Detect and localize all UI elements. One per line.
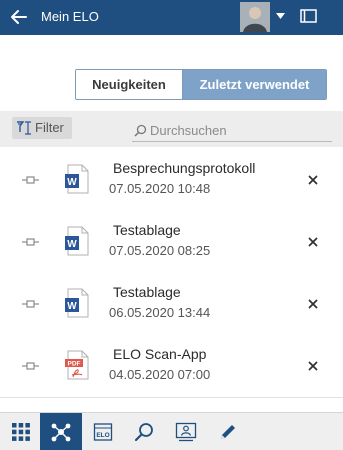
filter-button[interactable]: Filter <box>12 117 72 139</box>
grid-icon <box>12 422 30 441</box>
search-input[interactable] <box>150 121 325 139</box>
search-icon <box>134 422 153 441</box>
word-document-icon: W <box>65 226 89 256</box>
svg-text:PDF: PDF <box>68 361 81 368</box>
network-icon <box>51 423 71 441</box>
close-icon[interactable] <box>306 173 320 187</box>
svg-text:W: W <box>67 239 77 250</box>
tab-news[interactable]: Neuigkeiten <box>76 70 183 99</box>
bottom-nav: ELO <box>0 412 343 450</box>
item-name: Testablage <box>113 284 181 300</box>
pen-icon <box>221 424 235 439</box>
drag-handle-icon[interactable] <box>22 300 39 308</box>
filter-icon <box>17 121 31 135</box>
close-icon[interactable] <box>306 359 320 373</box>
arrow-left-icon[interactable] <box>8 6 30 28</box>
drag-handle-icon[interactable] <box>22 238 39 246</box>
item-date: 04.05.2020 07:00 <box>109 367 211 382</box>
nav-network[interactable] <box>40 413 82 450</box>
nav-archive[interactable]: ELO <box>82 413 124 450</box>
chevron-down-icon[interactable] <box>276 13 285 20</box>
list-item[interactable]: PDF ELO Scan-App 04.05.2020 07:00 <box>0 335 343 398</box>
elo-archive-icon: ELO <box>93 422 113 441</box>
panel-icon[interactable] <box>300 9 317 23</box>
item-name: ELO Scan-App <box>113 346 207 362</box>
view-toggle: Neuigkeiten Zuletzt verwendet <box>75 69 327 100</box>
nav-edit[interactable] <box>207 413 249 450</box>
svg-text:ELO: ELO <box>96 432 109 439</box>
filter-label: Filter <box>35 120 64 135</box>
item-name: Besprechungsprotokoll <box>113 160 256 176</box>
filter-bar: Filter <box>0 111 343 147</box>
drag-handle-icon[interactable] <box>22 362 39 370</box>
item-date: 07.05.2020 10:48 <box>109 181 211 196</box>
nav-user-card[interactable] <box>165 413 207 450</box>
tab-recent[interactable]: Zuletzt verwendet <box>183 70 326 99</box>
user-card-icon <box>175 422 197 441</box>
user-avatar[interactable] <box>240 2 270 32</box>
list-item[interactable]: W Besprechungsprotokoll 07.05.2020 10:48 <box>0 149 343 212</box>
word-document-icon: W <box>65 288 89 318</box>
drag-handle-icon[interactable] <box>22 176 39 184</box>
list-item[interactable]: W Testablage 06.05.2020 13:44 <box>0 273 343 336</box>
nav-search[interactable] <box>123 413 165 450</box>
item-date: 07.05.2020 08:25 <box>109 243 211 258</box>
item-name: Testablage <box>113 222 181 238</box>
close-icon[interactable] <box>306 235 320 249</box>
item-date: 06.05.2020 13:44 <box>109 305 211 320</box>
list-item[interactable]: W Testablage 07.05.2020 08:25 <box>0 211 343 274</box>
search-field[interactable] <box>132 121 332 142</box>
pdf-document-icon: PDF <box>65 350 89 380</box>
nav-grid[interactable] <box>0 413 42 450</box>
svg-text:W: W <box>67 301 77 312</box>
svg-text:W: W <box>67 177 77 188</box>
app-header: Mein ELO <box>0 0 343 35</box>
search-icon <box>134 124 147 137</box>
page-title: Mein ELO <box>41 9 99 24</box>
close-icon[interactable] <box>306 297 320 311</box>
word-document-icon: W <box>65 164 89 194</box>
